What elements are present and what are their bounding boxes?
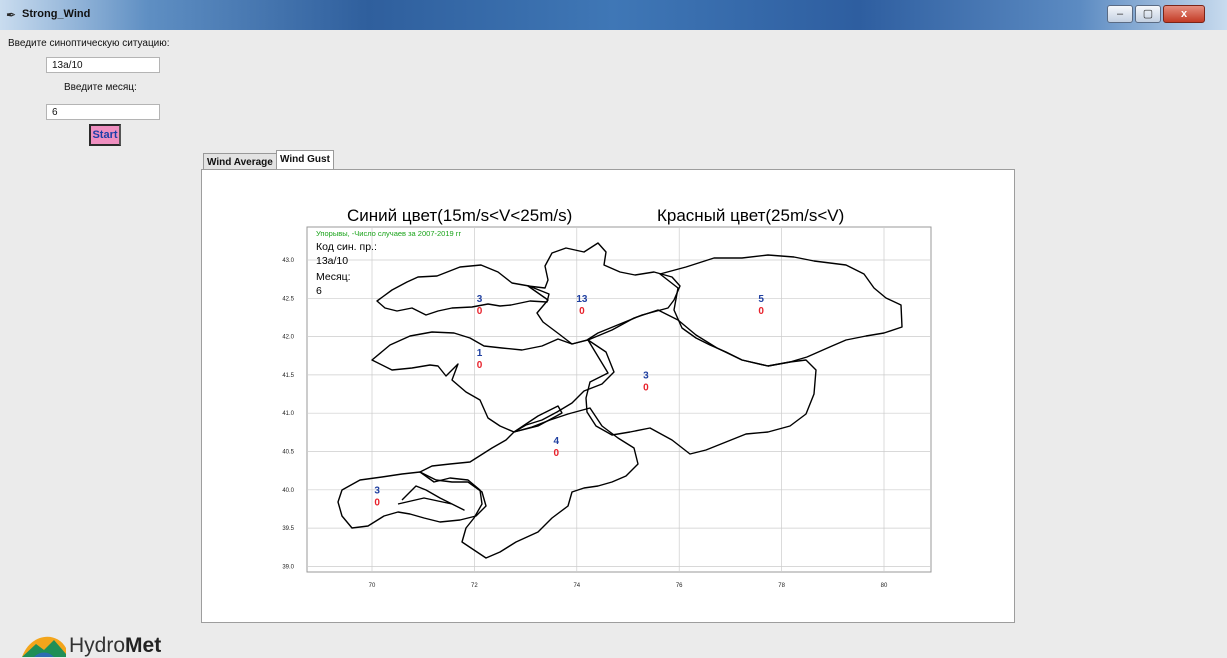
region-count-red: 0 [554,448,560,459]
y-tick-label: 41.5 [282,373,294,379]
x-tick-label: 70 [369,583,376,589]
info-code-value: 13a/10 [316,255,348,267]
y-tick-label: 40.5 [282,450,294,456]
x-tick-label: 76 [676,583,683,589]
map-figure: Синий цвет(15m/s<V<25m/s) Красный цвет(2… [282,206,932,589]
y-tick-label: 39.5 [282,526,294,532]
y-tick-label: 41.0 [282,411,294,417]
legend-note: Упорывы, -Число случаев за 2007-2019 гг [316,229,461,238]
x-tick-label: 74 [573,583,580,589]
y-ticks: 43.0 42.5 42.0 41.5 41.0 40.5 40.0 39.5 39.0 [282,258,294,570]
region-count-red: 0 [643,383,649,394]
synoptic-input[interactable] [46,57,160,73]
info-month-value: 6 [316,285,322,297]
hydromet-logo-text: HydroMet [69,634,161,658]
month-input[interactable] [46,104,160,120]
region-count-blue: 13 [576,294,588,305]
region-count-red: 0 [477,306,483,317]
region-count-red: 0 [477,360,483,371]
month-label: Введите месяц: [64,82,137,93]
title-red: Красный цвет(25m/s<V) [657,206,844,225]
region-count-blue: 3 [643,371,649,382]
logo-text-bold: Met [125,634,162,657]
region-count-blue: 3 [374,486,380,497]
y-tick-label: 42.5 [282,296,294,302]
maximize-button[interactable]: ▢ [1135,5,1161,23]
region-count-blue: 4 [554,436,560,447]
logo-text-light: Hydro [69,634,126,657]
region-count-blue: 3 [477,294,483,305]
region-count-red: 0 [374,498,380,509]
x-tick-label: 78 [778,583,785,589]
region-count-red: 0 [579,306,585,317]
app-feather-icon: ✒ [6,8,17,22]
minimize-button[interactable]: – [1107,5,1133,23]
x-ticks: 70 72 74 76 78 80 [369,583,888,589]
x-tick-label: 80 [881,583,888,589]
plot-frame [306,226,932,573]
info-code-label: Код син. пр.: [316,241,377,253]
close-button[interactable]: x [1163,5,1205,23]
info-month-label: Месяц: [316,271,351,283]
start-button[interactable]: Start [89,124,121,146]
title-blue: Синий цвет(15m/s<V<25m/s) [347,206,572,225]
y-tick-label: 42.0 [282,335,294,341]
y-tick-label: 39.0 [282,564,294,570]
window-controls: – ▢ x [1105,5,1205,23]
y-tick-label: 40.0 [282,488,294,494]
tab-panel: Синий цвет(15m/s<V<25m/s) Красный цвет(2… [201,169,1015,623]
y-tick-label: 43.0 [282,258,294,264]
region-count-blue: 1 [477,348,483,359]
region-count-blue: 5 [758,294,764,305]
x-tick-label: 72 [471,583,478,589]
synoptic-label: Введите синоптическую ситуацию: [8,38,170,49]
region-count-red: 0 [758,306,764,317]
window-title: Strong_Wind [22,8,91,20]
title-bar: ✒ Strong_Wind – ▢ x [0,0,1227,30]
